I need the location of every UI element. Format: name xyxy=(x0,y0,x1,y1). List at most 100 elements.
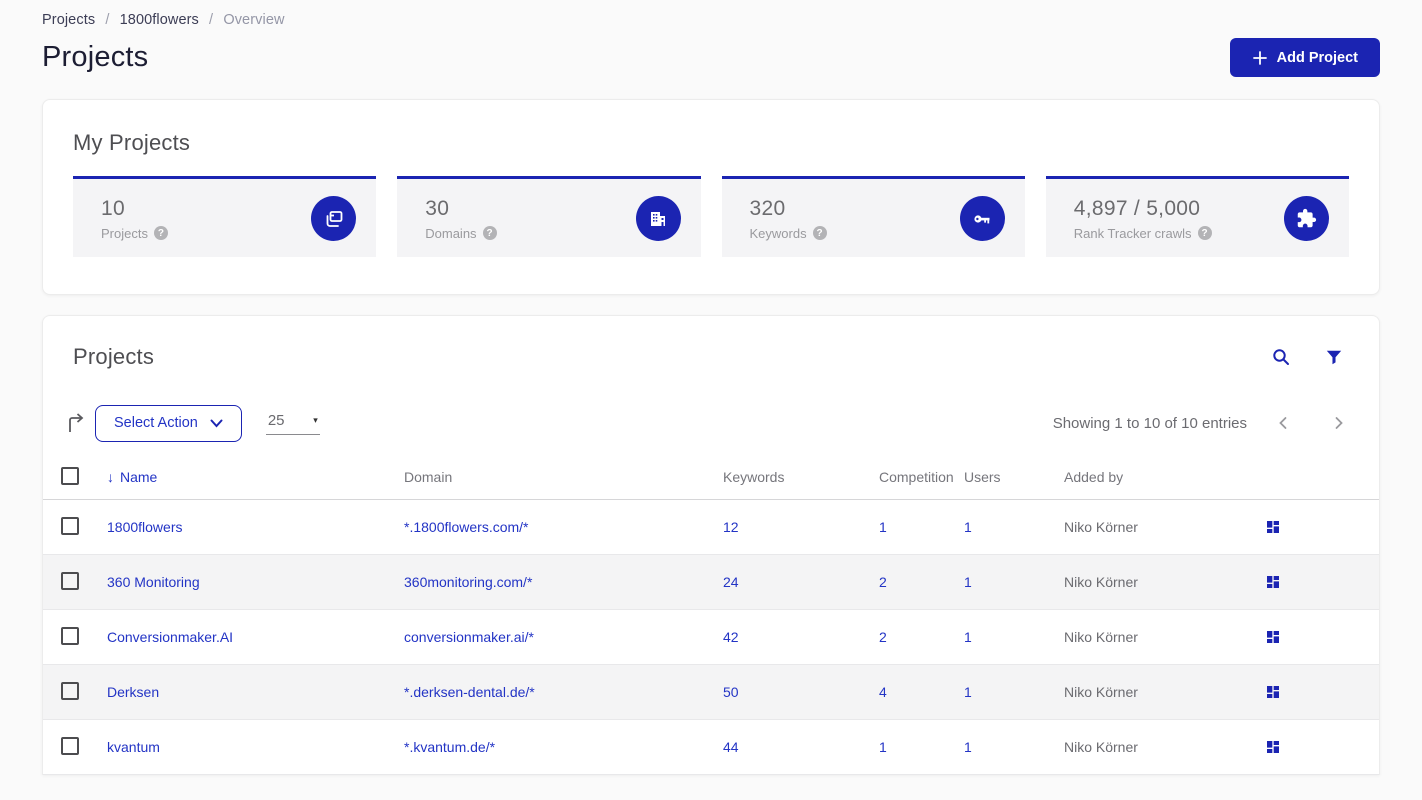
select-action-label: Select Action xyxy=(114,415,198,431)
pagination-prev-icon[interactable] xyxy=(1273,412,1293,434)
export-arrow-icon[interactable] xyxy=(65,411,87,435)
stat-domains-label: Domains xyxy=(425,225,477,241)
column-header-name[interactable]: ↓ Name xyxy=(107,469,404,485)
select-all-checkbox[interactable] xyxy=(61,466,79,485)
stat-rank-tracker-value: 4,897 / 5,000 xyxy=(1073,196,1201,220)
column-header-competition[interactable]: Competition xyxy=(879,469,964,485)
project-added-by: Niko Körner xyxy=(1064,684,1138,700)
stat-domains: 30 Domains? xyxy=(397,176,701,257)
project-added-by: Niko Körner xyxy=(1064,629,1138,645)
sort-descending-icon: ↓ xyxy=(107,469,114,485)
project-name-link[interactable]: Conversionmaker.AI xyxy=(107,629,233,645)
project-domain-link[interactable]: 360monitoring.com/* xyxy=(404,574,532,590)
stat-keywords-label: Keywords xyxy=(749,225,807,241)
add-project-button[interactable]: Add Project xyxy=(1229,38,1380,77)
project-added-by: Niko Körner xyxy=(1064,739,1138,755)
row-checkbox[interactable] xyxy=(61,516,79,535)
dashboard-grid-icon[interactable] xyxy=(1263,517,1283,537)
column-header-domain[interactable]: Domain xyxy=(404,469,723,485)
project-competition-value[interactable]: 2 xyxy=(879,574,887,590)
table-header-row: ↓ Name Domain Keywords Competition Users… xyxy=(43,455,1379,500)
project-users-value[interactable]: 1 xyxy=(964,519,972,535)
project-name-link[interactable]: 1800flowers xyxy=(107,519,183,535)
projects-table-heading: Projects xyxy=(73,344,155,369)
filter-icon[interactable] xyxy=(1323,346,1345,368)
stat-rank-tracker-label: Rank Tracker crawls xyxy=(1073,225,1192,241)
row-checkbox[interactable] xyxy=(61,571,79,590)
column-header-added-by[interactable]: Added by xyxy=(1064,469,1263,485)
project-competition-value[interactable]: 1 xyxy=(879,739,887,755)
breadcrumb: Projects / 1800flowers / Overview xyxy=(42,12,1380,28)
row-checkbox[interactable] xyxy=(61,626,79,645)
project-name-link[interactable]: Derksen xyxy=(107,684,159,700)
dashboard-grid-icon[interactable] xyxy=(1263,627,1283,647)
page-title: Projects xyxy=(42,41,149,73)
project-domain-link[interactable]: *.kvantum.de/* xyxy=(404,739,495,755)
row-checkbox[interactable] xyxy=(61,736,79,755)
table-row: Derksen *.derksen-dental.de/* 50 4 1 Nik… xyxy=(43,665,1379,720)
help-icon[interactable]: ? xyxy=(1197,226,1212,240)
row-checkbox[interactable] xyxy=(61,681,79,700)
project-competition-value[interactable]: 1 xyxy=(879,519,887,535)
dashboard-grid-icon[interactable] xyxy=(1263,737,1283,757)
table-row: 1800flowers *.1800flowers.com/* 12 1 1 N… xyxy=(43,500,1379,555)
column-header-users[interactable]: Users xyxy=(964,469,1064,485)
title-row: Projects Add Project xyxy=(42,38,1380,77)
help-icon[interactable]: ? xyxy=(153,226,168,240)
stats-row: 10 Projects? 30 Domains? 320 Keywords ? … xyxy=(73,176,1349,257)
project-users-value[interactable]: 1 xyxy=(964,629,972,645)
projects-table-card: Projects Select Action 25 ▾ Showing 1 to… xyxy=(42,315,1380,775)
pagination-next-icon[interactable] xyxy=(1329,412,1349,434)
stat-keywords-value: 320 xyxy=(749,196,786,220)
table-row: 360 Monitoring 360monitoring.com/* 24 2 … xyxy=(43,555,1379,610)
stat-projects-label: Projects xyxy=(101,225,148,241)
page-size-select[interactable]: 25 ▾ xyxy=(265,412,320,435)
select-action-button[interactable]: Select Action xyxy=(95,404,242,442)
stat-keywords: 320 Keywords? xyxy=(721,176,1025,257)
project-added-by: Niko Körner xyxy=(1064,574,1138,590)
stat-projects-value: 10 xyxy=(101,196,125,220)
column-header-keywords[interactable]: Keywords xyxy=(723,469,879,485)
project-domain-link[interactable]: conversionmaker.ai/* xyxy=(404,629,534,645)
breadcrumb-separator: / xyxy=(105,12,110,28)
key-icon xyxy=(959,196,1005,241)
project-users-value[interactable]: 1 xyxy=(964,684,972,700)
my-projects-card: My Projects 10 Projects? 30 Domains ? 32… xyxy=(42,99,1380,295)
breadcrumb-1800flowers[interactable]: 1800flowers xyxy=(120,12,199,28)
breadcrumb-separator: / xyxy=(209,12,214,28)
breadcrumb-overview: Overview xyxy=(223,12,285,28)
dropdown-arrow-icon: ▾ xyxy=(313,414,318,425)
project-keywords-value[interactable]: 24 xyxy=(723,574,739,590)
stat-projects: 10 Projects? xyxy=(73,176,377,257)
project-domain-link[interactable]: *.1800flowers.com/* xyxy=(404,519,529,535)
project-users-value[interactable]: 1 xyxy=(964,574,972,590)
chevron-down-icon xyxy=(210,419,223,427)
project-keywords-value[interactable]: 44 xyxy=(723,739,739,755)
project-domain-link[interactable]: *.derksen-dental.de/* xyxy=(404,684,535,700)
showing-entries-text: Showing 1 to 10 of 10 entries xyxy=(1052,414,1247,432)
project-keywords-value[interactable]: 50 xyxy=(723,684,739,700)
add-project-label: Add Project xyxy=(1276,49,1358,66)
project-keywords-value[interactable]: 12 xyxy=(723,519,739,535)
help-icon[interactable]: ? xyxy=(482,226,497,240)
project-competition-value[interactable]: 2 xyxy=(879,629,887,645)
plus-icon xyxy=(1252,50,1267,65)
stat-domains-value: 30 xyxy=(425,196,450,220)
projects-table: ↓ Name Domain Keywords Competition Users… xyxy=(43,455,1379,775)
breadcrumb-projects[interactable]: Projects xyxy=(42,12,95,28)
dashboard-grid-icon[interactable] xyxy=(1263,572,1283,592)
building-icon xyxy=(635,196,681,241)
project-users-value[interactable]: 1 xyxy=(964,739,972,755)
dashboard-grid-icon[interactable] xyxy=(1263,682,1283,702)
table-row: Conversionmaker.AI conversionmaker.ai/* … xyxy=(43,610,1379,665)
help-icon[interactable]: ? xyxy=(812,226,827,240)
search-icon[interactable] xyxy=(1269,345,1293,369)
project-name-link[interactable]: kvantum xyxy=(107,739,160,755)
project-name-link[interactable]: 360 Monitoring xyxy=(107,574,200,590)
project-keywords-value[interactable]: 42 xyxy=(723,629,739,645)
project-competition-value[interactable]: 4 xyxy=(879,684,887,700)
table-body: 1800flowers *.1800flowers.com/* 12 1 1 N… xyxy=(43,500,1379,775)
stat-rank-tracker: 4,897 / 5,000 Rank Tracker crawls? xyxy=(1045,176,1349,257)
project-added-by: Niko Körner xyxy=(1064,519,1138,535)
projects-stack-icon xyxy=(311,196,357,241)
